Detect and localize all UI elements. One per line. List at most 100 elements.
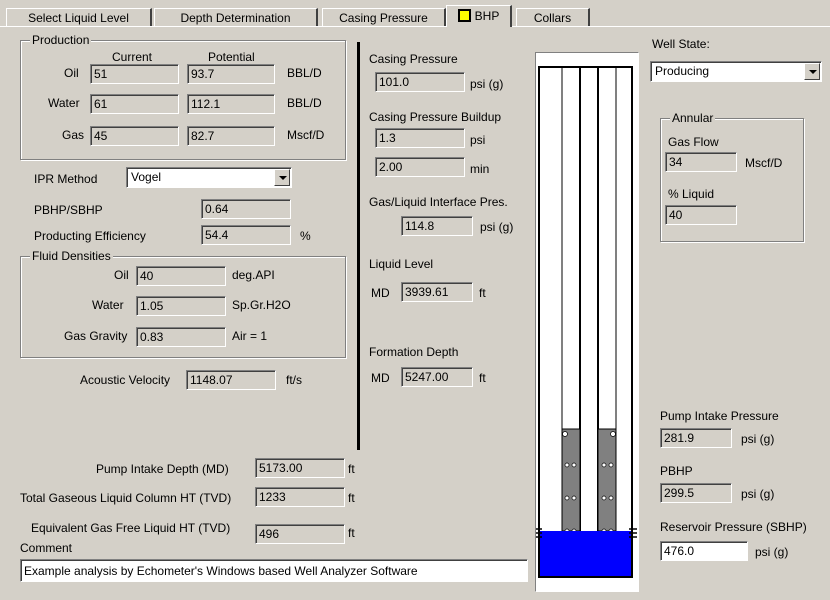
chevron-down-icon[interactable] — [274, 169, 290, 186]
fluid-oil-field[interactable]: 40 — [136, 266, 226, 286]
bhp-tab-icon — [457, 9, 471, 22]
production-title: Production — [30, 33, 92, 47]
equivalent-column-unit: ft — [348, 526, 355, 540]
annular-title: Annular — [670, 111, 716, 125]
casing-pressure-unit: psi (g) — [470, 77, 504, 91]
casing-buildup-field[interactable]: 1.3 — [375, 128, 465, 148]
tab-select-liquid-level[interactable]: Select Liquid Level — [6, 8, 152, 26]
liquid-level-md-label: MD — [371, 286, 390, 300]
equivalent-column-field[interactable]: 496 — [255, 524, 345, 544]
buildup-time-field[interactable]: 2.00 — [375, 157, 465, 177]
percent-liquid-field[interactable]: 40 — [665, 205, 737, 225]
casing-pressure-label: Casing Pressure — [369, 52, 458, 66]
tab-label: Depth Determination — [180, 11, 291, 25]
pbhp-sbhp-field[interactable]: 0.64 — [201, 199, 291, 219]
tab-label: Casing Pressure — [339, 11, 428, 25]
well-state-label: Well State: — [652, 37, 710, 51]
wellbore-svg — [535, 66, 637, 578]
col-current: Current — [112, 50, 153, 64]
bhp-window: Select Liquid Level Depth Determination … — [0, 0, 830, 600]
pump-intake-depth-unit: ft — [348, 462, 355, 476]
pbhp-field[interactable]: 299.5 — [660, 483, 732, 503]
casing-pressure-field[interactable]: 101.0 — [375, 72, 465, 92]
gas-flow-field[interactable]: 34 — [665, 152, 737, 172]
wellbore-diagram — [535, 52, 639, 592]
water-unit: BBL/D — [287, 96, 322, 110]
producing-efficiency-field[interactable]: 54.4 — [201, 225, 291, 245]
gas-gravity-label: Gas Gravity — [64, 329, 128, 343]
gas-current-field[interactable]: 45 — [90, 126, 179, 146]
well-state-value: Producing — [655, 64, 710, 78]
pbhp-sbhp-label: PBHP/SBHP — [34, 203, 103, 217]
liquid-level-unit: ft — [479, 286, 486, 300]
col-potential: Potential — [208, 50, 255, 64]
gas-gravity-field[interactable]: 0.83 — [136, 327, 226, 347]
fluid-water-field[interactable]: 1.05 — [136, 296, 226, 316]
formation-depth-label: Formation Depth — [369, 345, 459, 359]
gas-unit: Mscf/D — [287, 128, 325, 142]
tab-divider — [0, 26, 830, 27]
vertical-divider — [357, 42, 360, 450]
producing-efficiency-label: Producting Efficiency — [34, 229, 146, 243]
well-state-select[interactable]: Producing — [650, 61, 822, 82]
interface-pressure-field[interactable]: 114.8 — [401, 216, 473, 236]
water-potential-field[interactable]: 112.1 — [187, 94, 275, 114]
buildup-time-unit: min — [470, 162, 490, 176]
water-current-field[interactable]: 61 — [90, 94, 179, 114]
gas-potential-field[interactable]: 82.7 — [187, 126, 275, 146]
pump-intake-pressure-unit: psi (g) — [741, 432, 775, 446]
acoustic-velocity-unit: ft/s — [286, 373, 303, 387]
gas-flow-unit: Mscf/D — [745, 156, 783, 170]
liquid-level-field[interactable]: 3939.61 — [401, 282, 473, 302]
ipr-method-label: IPR Method — [34, 172, 98, 186]
total-column-label: Total Gaseous Liquid Column HT (TVD) — [20, 491, 232, 505]
formation-md-label: MD — [371, 371, 390, 385]
pump-intake-depth-label: Pump Intake Depth (MD) — [96, 462, 229, 476]
reservoir-pressure-unit: psi (g) — [755, 545, 789, 559]
liquid-level-label: Liquid Level — [369, 257, 434, 271]
formation-depth-field[interactable]: 5247.00 — [401, 367, 473, 387]
acoustic-velocity-field[interactable]: 1148.07 — [186, 370, 276, 390]
comment-field[interactable]: Example analysis by Echometer's Windows … — [20, 559, 528, 582]
reservoir-pressure-label: Reservoir Pressure (SBHP) — [660, 520, 807, 534]
pbhp-unit: psi (g) — [741, 487, 775, 501]
ipr-method-value: Vogel — [131, 170, 162, 184]
fluid-water-unit: Sp.Gr.H2O — [232, 298, 291, 312]
oil-potential-field[interactable]: 93.7 — [187, 64, 275, 84]
oil-current-field[interactable]: 51 — [90, 64, 179, 84]
gaseous-column-right — [597, 428, 617, 532]
tab-bar: Select Liquid Level Depth Determination … — [0, 0, 830, 27]
fluid-densities-title: Fluid Densities — [30, 249, 113, 263]
pump-intake-pressure-field[interactable]: 281.9 — [660, 428, 732, 448]
total-column-field[interactable]: 1233 — [255, 487, 345, 507]
interface-pressure-label: Gas/Liquid Interface Pres. — [369, 195, 508, 209]
reservoir-pressure-field[interactable]: 476.0 — [660, 541, 748, 561]
oil-unit: BBL/D — [287, 66, 322, 80]
liquid-column — [540, 531, 631, 576]
tab-collars[interactable]: Collars — [516, 8, 590, 26]
percent-liquid-label: % Liquid — [668, 187, 715, 201]
pump-intake-depth-field[interactable]: 5173.00 — [255, 458, 345, 478]
casing-buildup-unit: psi — [470, 133, 486, 147]
tab-label: BHP — [474, 9, 500, 23]
tab-depth-determination[interactable]: Depth Determination — [154, 8, 318, 26]
fluid-water-label: Water — [92, 298, 124, 312]
interface-pressure-unit: psi (g) — [480, 220, 514, 234]
tab-label: Select Liquid Level — [28, 11, 129, 25]
comment-label: Comment — [20, 541, 73, 555]
formation-depth-unit: ft — [479, 371, 486, 385]
gas-gravity-unit: Air = 1 — [232, 329, 268, 343]
fluid-oil-unit: deg.API — [232, 268, 275, 282]
ipr-method-select[interactable]: Vogel — [126, 167, 292, 188]
chevron-down-icon[interactable] — [804, 63, 820, 80]
oil-label: Oil — [64, 66, 79, 80]
acoustic-velocity-label: Acoustic Velocity — [80, 373, 171, 387]
tab-label: Collars — [533, 11, 572, 25]
tab-casing-pressure[interactable]: Casing Pressure — [322, 8, 446, 26]
pbhp-label: PBHP — [660, 464, 693, 478]
gas-flow-label: Gas Flow — [668, 135, 719, 149]
equivalent-column-label: Equivalent Gas Free Liquid HT (TVD) — [31, 521, 231, 535]
tab-bhp[interactable]: BHP — [446, 5, 512, 27]
fluid-oil-label: Oil — [114, 268, 129, 282]
water-label: Water — [48, 96, 80, 110]
